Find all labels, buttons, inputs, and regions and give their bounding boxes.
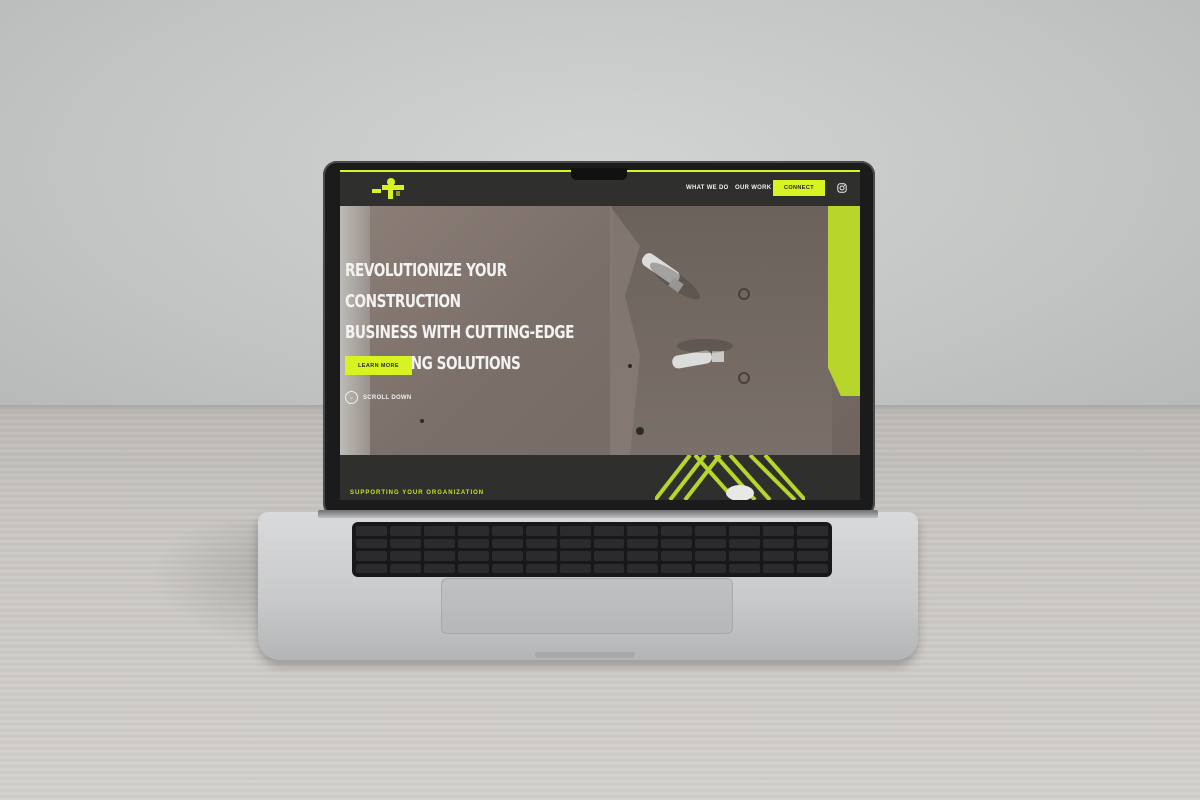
keyboard-key	[457, 526, 489, 536]
hero-section: REVOLUTIONIZE YOUR CONSTRUCTION BUSINESS…	[340, 206, 860, 455]
keyboard-key	[695, 551, 727, 561]
keyboard-key	[525, 526, 557, 536]
keyboard-key	[423, 563, 455, 573]
supporting-section: SUPPORTING YOUR ORGANIZATION	[340, 455, 860, 500]
keyboard-key	[593, 538, 625, 548]
keyboard-key	[356, 538, 387, 548]
keyboard-key	[525, 563, 557, 573]
keyboard-key	[661, 551, 693, 561]
keyboard-key	[695, 563, 727, 573]
keyboard-key	[763, 563, 795, 573]
laptop-keyboard	[352, 522, 832, 577]
keyboard-key	[356, 563, 387, 573]
hard-hat-icon	[726, 485, 754, 500]
cement-truck-icon	[641, 253, 700, 300]
keyboard-key	[763, 526, 795, 536]
instagram-icon[interactable]	[837, 183, 847, 193]
laptop-front-notch	[535, 652, 635, 658]
keyboard-key	[525, 551, 557, 561]
headline-line: REVOLUTIONIZE YOUR CONSTRUCTION	[345, 261, 507, 312]
keyboard-key	[729, 563, 761, 573]
scroll-down-label: SCROLL DOWN	[363, 394, 412, 401]
keyboard-key	[491, 526, 523, 536]
keyboard-key	[593, 526, 625, 536]
keyboard-key	[627, 526, 659, 536]
keyboard-key	[559, 563, 591, 573]
nav-link-what-we-do[interactable]: WHAT WE DO	[686, 185, 729, 191]
keyboard-key	[627, 551, 659, 561]
keyboard-key	[661, 526, 693, 536]
keyboard-key	[491, 538, 523, 548]
laptop-hinge	[318, 510, 878, 518]
keyboard-key	[559, 551, 591, 561]
camera-notch	[571, 168, 627, 180]
keyboard-key	[491, 551, 523, 561]
connect-button[interactable]: CONNECT	[773, 180, 825, 196]
keyboard-key	[423, 526, 455, 536]
accent-green-band	[828, 206, 860, 396]
keyboard-key	[763, 538, 795, 548]
keyboard-key	[627, 538, 659, 548]
section-label: SUPPORTING YOUR ORGANIZATION	[350, 490, 485, 496]
keyboard-key	[491, 563, 523, 573]
keyboard-key	[797, 563, 828, 573]
keyboard-key	[627, 563, 659, 573]
keyboard-key	[389, 563, 421, 573]
keyboard-key	[729, 551, 761, 561]
keyboard-key	[457, 538, 489, 548]
keyboard-key	[593, 563, 625, 573]
keyboard-key	[695, 526, 727, 536]
keyboard-key	[356, 551, 387, 561]
nav-link-our-work[interactable]: OUR WORK	[735, 185, 771, 191]
headline-line: BUSINESS WITH CUTTING-EDGE	[345, 323, 575, 343]
keyboard-key	[559, 526, 591, 536]
keyboard-key	[389, 526, 421, 536]
keyboard-key	[423, 551, 455, 561]
keyboard-key	[797, 538, 828, 548]
chevron-down-icon: ⌄	[345, 391, 358, 404]
keyboard-key	[729, 526, 761, 536]
keyboard-key	[423, 538, 455, 548]
keyboard-key	[593, 551, 625, 561]
accent-stripes-graphic	[655, 455, 805, 500]
keyboard-key	[389, 538, 421, 548]
keyboard-key	[695, 538, 727, 548]
keyboard-key	[661, 538, 693, 548]
keyboard-key	[559, 538, 591, 548]
laptop-screen: WHAT WE DO OUR WORK CONNECT REVOLUTIONIZ…	[340, 170, 860, 500]
learn-more-button[interactable]: LEARN MORE	[345, 356, 412, 375]
keyboard-key	[457, 563, 489, 573]
company-logo[interactable]	[368, 176, 412, 200]
cement-truck-icon	[672, 339, 733, 369]
laptop-trackpad	[441, 578, 733, 634]
scroll-down-link[interactable]: ⌄ SCROLL DOWN	[345, 391, 412, 404]
keyboard-key	[797, 526, 828, 536]
keyboard-key	[661, 563, 693, 573]
keyboard-key	[389, 551, 421, 561]
keyboard-key	[525, 538, 557, 548]
keyboard-key	[797, 551, 828, 561]
keyboard-key	[763, 551, 795, 561]
keyboard-key	[356, 526, 387, 536]
keyboard-key	[457, 551, 489, 561]
keyboard-key	[729, 538, 761, 548]
